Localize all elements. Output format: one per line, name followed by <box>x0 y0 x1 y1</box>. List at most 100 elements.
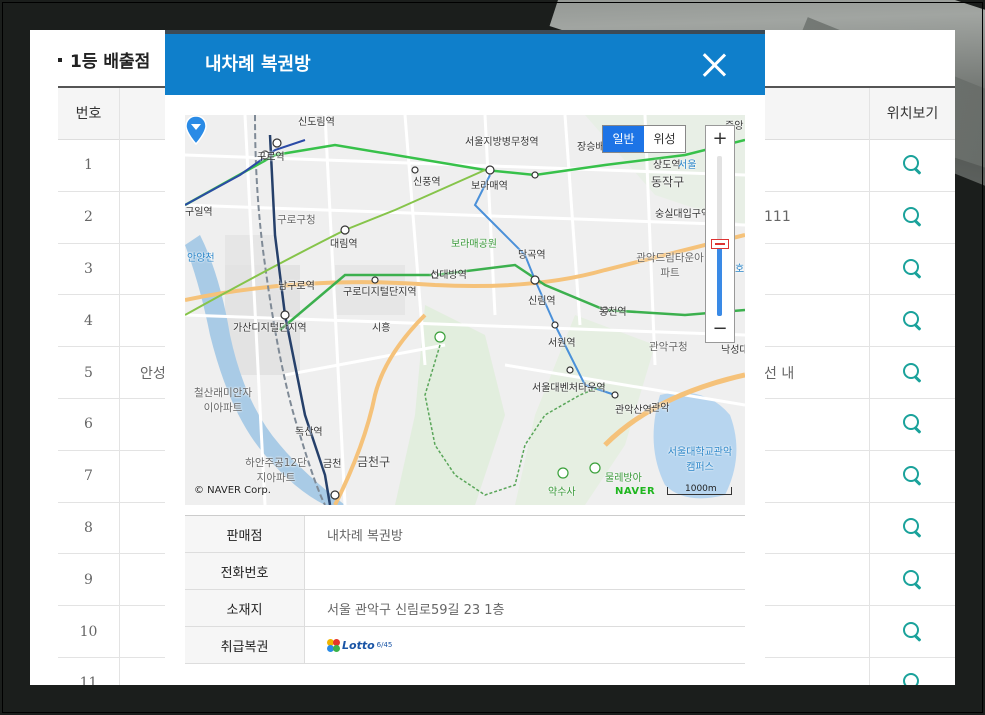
store-info-table: 판매점 내차례 복권방 전화번호 소재지 서울 관악구 신림로59길 23 1층… <box>185 515 745 664</box>
scale-label: 1000m <box>685 484 717 494</box>
row-location-cell <box>869 657 955 685</box>
map-label: 서울 <box>678 160 697 171</box>
map-label: 보라매공원 <box>451 239 497 250</box>
header-number: 번호 <box>58 88 120 140</box>
products-label: 취급복권 <box>185 627 305 663</box>
clover-icon <box>327 638 340 652</box>
zoom-handle[interactable] <box>711 239 729 249</box>
zoom-control: + − <box>705 125 735 343</box>
row-location-cell <box>869 140 955 191</box>
products-value: Lotto 6/45 <box>305 627 392 663</box>
row-address: 111 <box>764 209 791 226</box>
map-copyright: © NAVER Corp. <box>194 485 271 496</box>
map-label: 금천 <box>323 459 342 470</box>
map-label: 대림역 <box>330 239 358 250</box>
zoom-level-fill <box>717 244 722 316</box>
row-number: 2 <box>58 191 120 243</box>
map-label: 봉천역 <box>599 307 627 318</box>
section-title: 1등 배출점 <box>58 47 150 72</box>
map-label: 신도림역 <box>298 117 335 128</box>
search-icon[interactable] <box>902 517 923 538</box>
lotto-645-logo: Lotto 6/45 <box>327 638 393 652</box>
map-label: 관악 <box>651 403 670 414</box>
row-number: 1 <box>58 140 120 191</box>
map-label: 구일역 <box>185 207 213 218</box>
row-location-cell <box>869 502 955 554</box>
search-icon[interactable] <box>902 673 923 685</box>
row-number: 10 <box>58 606 120 657</box>
search-icon[interactable] <box>902 362 923 383</box>
map-label: 서울대벤처타운역 <box>532 383 606 394</box>
store-map[interactable]: 신도림역 구로역 서울지방병무청역 장승배 상도역 신풍역 보라매역 동작구 숭… <box>185 115 745 505</box>
row-store-name: 안성 <box>140 365 166 382</box>
store-location-modal: 내차례 복권방 신도림역 구로역 서울지방병무청역 장승배 상도역 신풍역 보라… <box>165 30 765 685</box>
lotto-logo-text: Lotto <box>342 638 375 652</box>
row-number: 4 <box>58 295 120 347</box>
map-label: 장승배 <box>577 142 605 153</box>
map-label: 서울대학교관악캠퍼스 <box>667 447 733 473</box>
row-number: 8 <box>58 502 120 554</box>
map-label: 독산역 <box>295 427 323 438</box>
map-label: 신림역 <box>528 296 556 307</box>
search-icon[interactable] <box>902 258 923 279</box>
row-location-cell <box>869 243 955 295</box>
map-label: 남구로역 <box>278 281 315 292</box>
search-icon[interactable] <box>902 569 923 590</box>
bullet-icon <box>58 58 62 62</box>
search-icon[interactable] <box>902 155 923 175</box>
row-location-cell <box>869 554 955 606</box>
row-location-cell <box>869 295 955 347</box>
map-type-satellite-button[interactable]: 위성 <box>644 126 685 152</box>
map-label: 관악구청 <box>649 341 688 353</box>
info-row-store: 판매점 내차례 복권방 <box>185 516 745 553</box>
address-value: 서울 관악구 신림로59길 23 1층 <box>327 602 505 618</box>
row-number: 5 <box>58 347 120 398</box>
map-label: 약수사 <box>548 487 576 498</box>
lotto-logo-number: 6/45 <box>376 641 393 649</box>
zoom-out-button[interactable]: − <box>706 318 734 342</box>
map-label: 관악산역 <box>615 405 652 416</box>
map-label: 서원역 <box>548 338 576 349</box>
map-label: 가산디지털단지역 <box>233 323 307 334</box>
modal-header: 내차례 복권방 <box>165 34 765 95</box>
map-label: 관악드림타운아파트 <box>636 252 704 279</box>
map-label: 동작구 <box>651 175 685 189</box>
search-icon[interactable] <box>902 621 923 642</box>
row-location-cell <box>869 398 955 450</box>
row-number: 9 <box>58 554 120 606</box>
map-label: 구로역 <box>257 152 285 163</box>
zoom-in-button[interactable]: + <box>706 128 734 152</box>
address-label: 소재지 <box>185 590 305 626</box>
row-location-cell <box>869 347 955 398</box>
map-label: 철산래미안자이아파트 <box>194 387 252 414</box>
naver-logo: NAVER <box>615 486 656 497</box>
map-label: 하안주공12단지아파트 <box>245 457 307 484</box>
search-icon[interactable] <box>902 310 923 331</box>
row-location-cell <box>869 450 955 502</box>
search-icon[interactable] <box>902 207 923 227</box>
map-type-toggle: 일반 위성 <box>602 125 686 153</box>
map-label: 상도역 <box>653 160 681 171</box>
map-label: 구로디지털단지역 <box>343 287 417 298</box>
info-row-address: 소재지 서울 관악구 신림로59길 23 1층 <box>185 590 745 627</box>
info-row-phone: 전화번호 <box>185 553 745 590</box>
map-label: 당곡역 <box>518 250 546 261</box>
section-title-text: 1등 배출점 <box>70 52 151 72</box>
search-icon[interactable] <box>902 414 923 434</box>
map-label: 안양천 <box>187 253 215 264</box>
row-address: 선 내 <box>764 365 795 382</box>
row-location-cell <box>869 606 955 657</box>
store-value: 내차례 복권방 <box>327 528 403 544</box>
row-number: 7 <box>58 450 120 502</box>
map-type-normal-button[interactable]: 일반 <box>603 126 644 152</box>
row-number: 3 <box>58 243 120 295</box>
map-label: 낙성대 <box>721 345 745 356</box>
close-icon[interactable] <box>701 52 727 78</box>
map-label: 신풍역 <box>413 177 441 188</box>
map-label: 물레방아 <box>605 473 642 484</box>
search-icon[interactable] <box>902 466 923 486</box>
map-label: 서울지방병무청역 <box>465 137 539 148</box>
store-location-pin-icon[interactable] <box>185 115 207 145</box>
map-label: 금천구 <box>357 455 391 469</box>
row-number: 11 <box>58 657 120 685</box>
